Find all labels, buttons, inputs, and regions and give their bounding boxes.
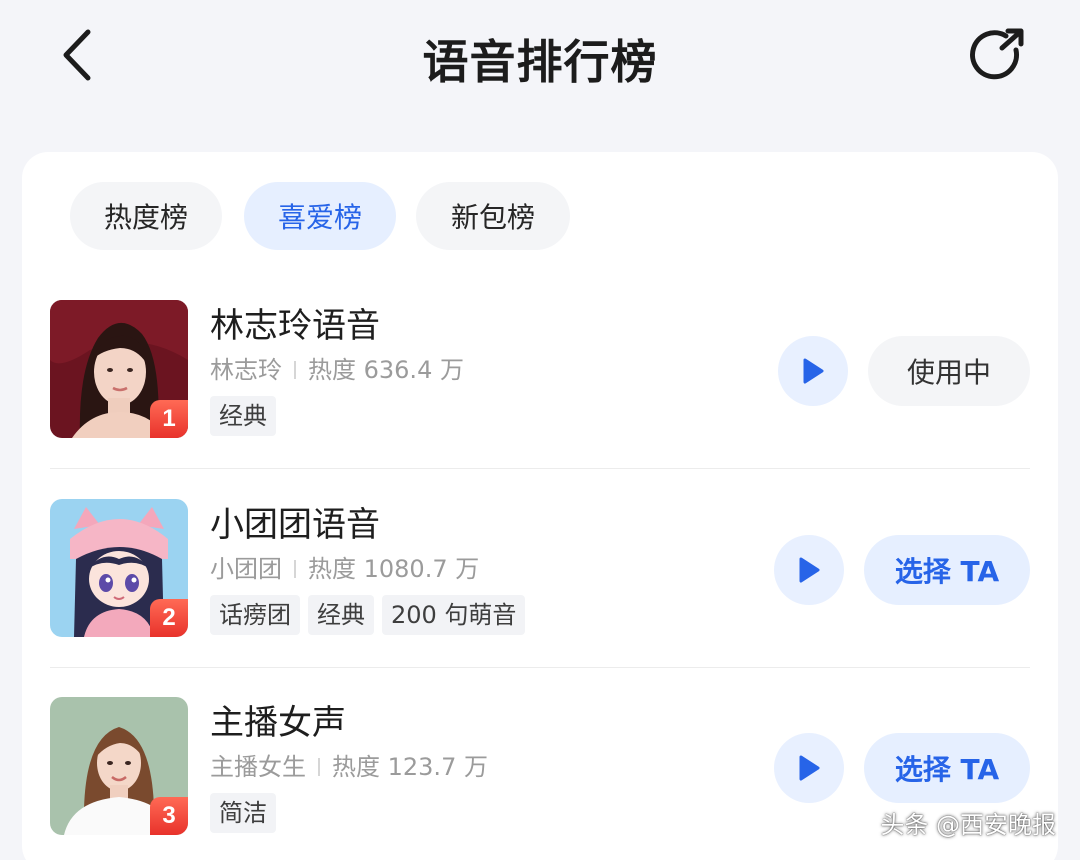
play-icon [803, 358, 824, 384]
voice-heat: 热度 123.7 万 [332, 753, 488, 781]
app-header: 语音排行榜 [0, 0, 1080, 120]
voice-author: 小团团 [210, 555, 282, 583]
share-icon [970, 28, 1024, 80]
divider [50, 667, 1030, 668]
meta-divider [294, 361, 296, 379]
tab-new[interactable]: 新包榜 [416, 182, 570, 250]
avatar: 2 [50, 499, 188, 637]
rank-badge: 2 [150, 599, 188, 637]
list-item[interactable]: 2 小团团语音 小团团 热度 1080.7 万 话痨团 经典 200 句萌音 选… [50, 499, 1030, 639]
voice-heat: 热度 1080.7 万 [308, 555, 480, 583]
voice-info: 小团团语音 小团团 热度 1080.7 万 话痨团 经典 200 句萌音 [210, 503, 526, 635]
voice-info: 林志玲语音 林志玲 热度 636.4 万 经典 [210, 304, 464, 436]
voice-author: 林志玲 [210, 356, 282, 384]
page-title: 语音排行榜 [422, 35, 658, 89]
avatar: 3 [50, 697, 188, 835]
tag: 话痨团 [210, 595, 300, 635]
play-button[interactable] [774, 535, 844, 605]
tab-favorite[interactable]: 喜爱榜 [244, 182, 396, 250]
tag-list: 话痨团 经典 200 句萌音 [210, 595, 526, 635]
meta-divider [294, 560, 296, 578]
play-icon [799, 557, 820, 583]
voice-meta: 小团团 热度 1080.7 万 [210, 551, 525, 587]
rank-badge: 1 [150, 400, 188, 438]
voice-name: 小团团语音 [210, 505, 380, 545]
tab-hot[interactable]: 热度榜 [70, 182, 222, 250]
voice-meta: 林志玲 热度 636.4 万 [210, 352, 464, 388]
avatar: 1 [50, 300, 188, 438]
select-button[interactable]: 选择 TA [864, 535, 1030, 605]
voice-heat: 热度 636.4 万 [308, 356, 464, 384]
ranking-card: 热度榜 喜爱榜 新包榜 1 林志玲语音 林志玲 热度 636.4 万 经典 使用… [22, 152, 1058, 860]
in-use-button[interactable]: 使用中 [868, 336, 1030, 406]
meta-divider [318, 758, 320, 776]
tag-list: 经典 [210, 396, 464, 436]
voice-name: 主播女声 [210, 703, 346, 743]
select-button[interactable]: 选择 TA [864, 733, 1030, 803]
share-button[interactable] [966, 22, 1034, 90]
tag: 简洁 [210, 793, 276, 833]
voice-meta: 主播女生 热度 123.7 万 [210, 749, 488, 785]
play-icon [799, 755, 820, 781]
tag: 经典 [210, 396, 276, 436]
tag-list: 简洁 [210, 793, 488, 833]
voice-info: 主播女声 主播女生 热度 123.7 万 简洁 [210, 701, 488, 833]
play-button[interactable] [774, 733, 844, 803]
divider [50, 468, 1030, 469]
play-button[interactable] [778, 336, 848, 406]
voice-name: 林志玲语音 [210, 306, 380, 346]
rank-badge: 3 [150, 797, 188, 835]
tag: 经典 [308, 595, 374, 635]
voice-author: 主播女生 [210, 753, 306, 781]
list-item[interactable]: 1 林志玲语音 林志玲 热度 636.4 万 经典 使用中 [50, 300, 1030, 440]
watermark: 头条 @西安晚报 [880, 811, 1056, 839]
tag: 200 句萌音 [382, 595, 526, 635]
